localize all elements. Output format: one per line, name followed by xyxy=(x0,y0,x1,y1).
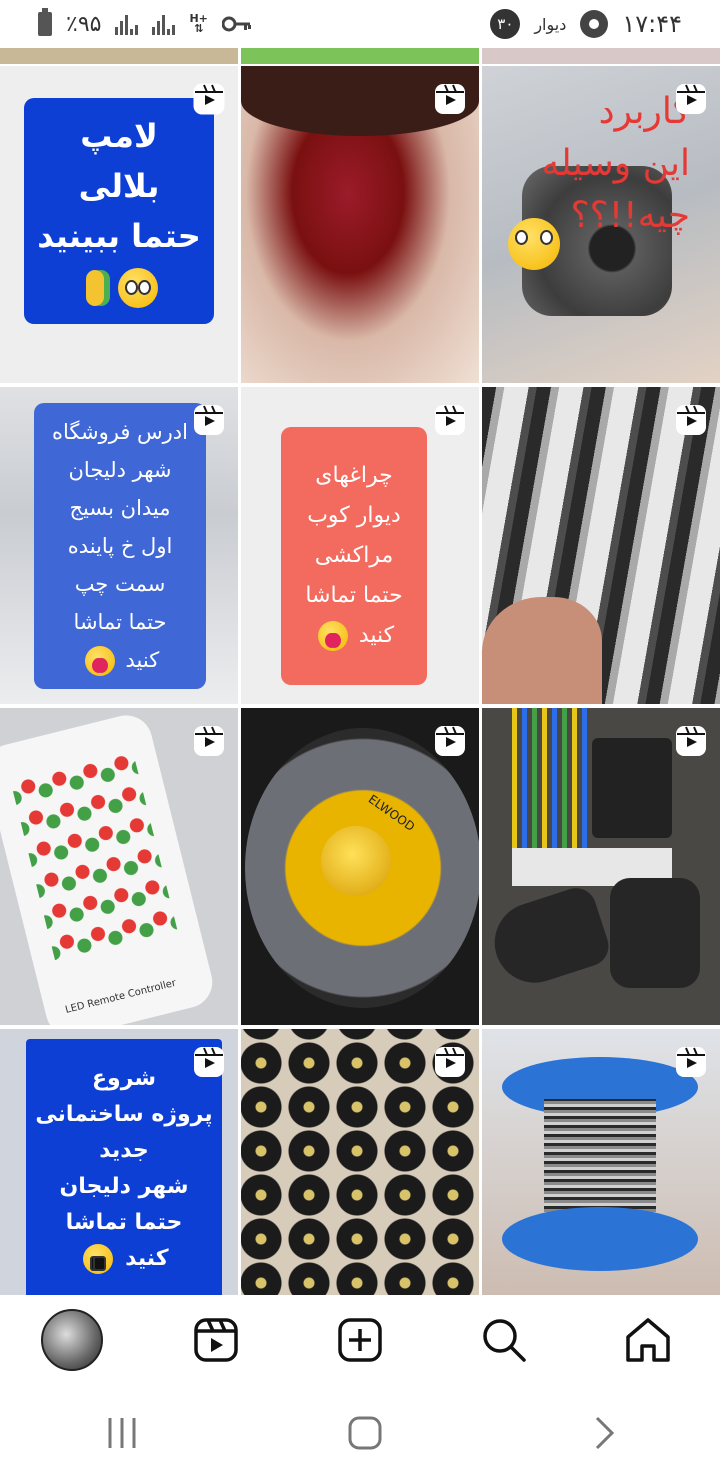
reel-icon xyxy=(435,405,465,435)
card-line: حتما تماشا xyxy=(305,583,403,608)
card-line: کنید xyxy=(125,1246,169,1271)
reel-tile-project[interactable]: شروع پروژه ساختمانی جدید شهر دلیجان حتما… xyxy=(0,1029,238,1295)
reel-icon xyxy=(193,83,225,115)
card-line: شهر دلیجان xyxy=(68,458,172,482)
card-line: مراکشی xyxy=(314,543,394,568)
nav-home[interactable] xyxy=(613,1305,683,1375)
wires xyxy=(512,708,592,868)
reel-tile-remote[interactable]: LED Remote Controller xyxy=(0,708,238,1025)
nav-profile[interactable] xyxy=(37,1305,107,1375)
card-line: دیوار کوب xyxy=(307,503,401,528)
home-icon xyxy=(626,1318,670,1362)
card-line: سمت چپ xyxy=(74,572,166,596)
battery-level: ٪۹۵ xyxy=(66,11,102,37)
emoji-sunglasses xyxy=(83,1244,114,1274)
reel-tile-speaker[interactable]: ELWOOD xyxy=(241,708,479,1025)
caption-line: این وسیله xyxy=(541,143,691,184)
fan-icon xyxy=(580,10,609,38)
text-card: لامپ بلالی حتما ببینید xyxy=(24,98,214,324)
divar-label: دیوار xyxy=(534,14,567,34)
emoji-flushed xyxy=(118,268,158,308)
card-line: ادرس فروشگاه xyxy=(52,420,188,444)
signal-icon-2 xyxy=(152,13,176,35)
signal-icon xyxy=(115,13,139,35)
back-icon[interactable] xyxy=(588,1415,618,1451)
hand-shape xyxy=(482,597,602,704)
reel-icon xyxy=(676,84,706,114)
remote-key-2 xyxy=(610,878,700,988)
home-button-icon[interactable] xyxy=(347,1415,383,1451)
reel-icon xyxy=(435,84,465,114)
reel-tile-device[interactable]: کاربرد این وسیله چیه!!؟؟ xyxy=(482,66,720,383)
avatar xyxy=(41,1309,103,1371)
emoji-heart-eyes xyxy=(317,621,348,651)
card-line: حتما تماشا xyxy=(65,1210,183,1235)
search-icon xyxy=(483,1319,526,1362)
spool-bottom xyxy=(502,1207,698,1271)
reel-tile-wire-spool[interactable] xyxy=(482,1029,720,1295)
battery-icon xyxy=(38,8,52,36)
reel-icon xyxy=(435,1047,465,1077)
network-hplus-icon: H+ ⇅ xyxy=(189,12,208,35)
text-card: ادرس فروشگاه شهر دلیجان میدان بسیج اول خ… xyxy=(34,403,206,689)
reel-tile-address[interactable]: ادرس فروشگاه شهر دلیجان میدان بسیج اول خ… xyxy=(0,387,238,704)
nav-reels[interactable] xyxy=(181,1305,251,1375)
reels-icon xyxy=(194,1318,238,1362)
overlay-caption: کاربرد این وسیله چیه!!؟؟ xyxy=(490,86,691,242)
remote-buttons xyxy=(8,744,180,969)
card-line: لامپ xyxy=(80,117,158,155)
reel-icon xyxy=(194,1047,224,1077)
remote-body: LED Remote Controller xyxy=(0,709,218,1025)
card-line: بلالی xyxy=(78,167,160,205)
speaker-dome xyxy=(321,826,391,896)
reel-icon xyxy=(194,405,224,435)
card-line: کنید xyxy=(358,623,395,648)
caption-line: کاربرد xyxy=(598,91,690,132)
partial-tile[interactable] xyxy=(241,48,479,64)
reel-tile-gate-remote[interactable] xyxy=(482,708,720,1025)
card-line: کنید xyxy=(125,648,160,672)
reel-icon xyxy=(676,405,706,435)
reel-tile-fittings[interactable] xyxy=(241,1029,479,1295)
card-line: اول خ پاینده xyxy=(67,534,173,558)
text-card: چراغهای دیوار کوب مراکشی حتما تماشا کنید xyxy=(281,427,427,685)
nav-search[interactable] xyxy=(469,1305,539,1375)
reel-tile-led-strip[interactable] xyxy=(482,387,720,704)
remote-key-1 xyxy=(484,882,614,994)
nav-create[interactable] xyxy=(325,1305,395,1375)
reel-icon xyxy=(435,726,465,756)
receiver-box xyxy=(592,738,672,838)
card-line: پروژه ساختمانی xyxy=(35,1102,213,1127)
card-line: میدان بسیج xyxy=(69,496,171,520)
partial-tile[interactable] xyxy=(482,48,720,64)
reel-icon xyxy=(676,726,706,756)
card-line: شهر دلیجان xyxy=(59,1174,189,1199)
partial-tile[interactable] xyxy=(0,48,238,64)
recent-apps-icon[interactable] xyxy=(102,1416,142,1450)
status-bar: ٪۹۵ H+ ⇅ ۳۰ دیوار ۱۷:۴۴ xyxy=(0,0,720,48)
card-line: چراغهای xyxy=(315,463,393,488)
emoji-corn xyxy=(86,270,104,306)
reel-icon xyxy=(194,726,224,756)
card-line: جدید xyxy=(99,1138,149,1163)
clock: ۱۷:۴۴ xyxy=(622,10,682,38)
card-line: شروع xyxy=(91,1066,157,1091)
remote-label: LED Remote Controller xyxy=(64,977,178,1016)
reel-tile-meat[interactable] xyxy=(241,66,479,383)
reel-tile-wall-lamps[interactable]: چراغهای دیوار کوب مراکشی حتما تماشا کنید xyxy=(241,387,479,704)
add-post-icon xyxy=(338,1318,382,1362)
emoji-heart-eyes xyxy=(84,646,115,676)
notification-badge: ۳۰ xyxy=(490,9,521,39)
card-line: حتما ببینید xyxy=(37,217,201,255)
bottom-nav xyxy=(0,1295,720,1385)
reel-icon xyxy=(676,1047,706,1077)
reel-tile-lamp[interactable]: لامپ بلالی حتما ببینید xyxy=(0,66,238,383)
system-nav-bar xyxy=(0,1385,720,1480)
reels-grid: لامپ بلالی حتما ببینید کاربرد این وسیله … xyxy=(0,48,720,1295)
emoji-flushed xyxy=(508,218,560,270)
card-line: حتما تماشا xyxy=(73,610,167,634)
key-icon xyxy=(221,16,251,32)
